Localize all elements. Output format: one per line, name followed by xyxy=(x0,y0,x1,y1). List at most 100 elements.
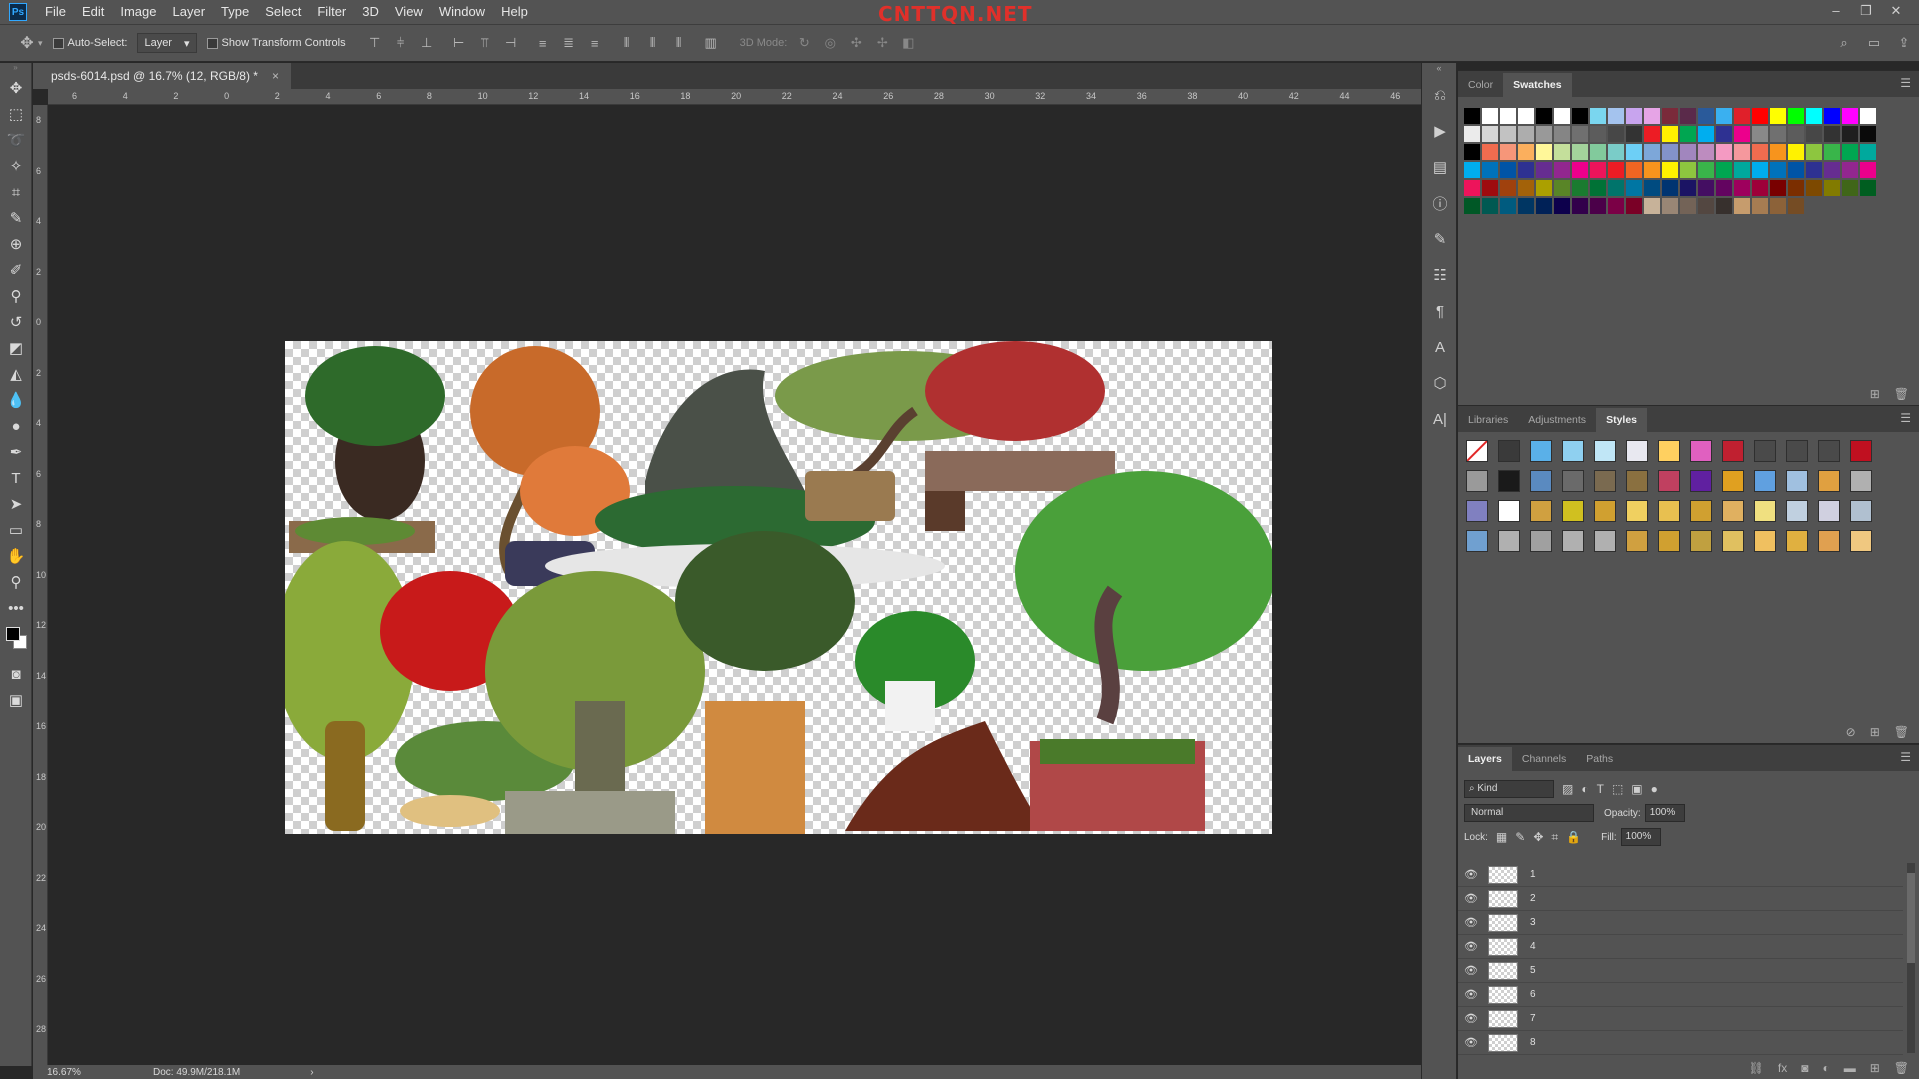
layer-name[interactable]: 2 xyxy=(1530,893,1536,904)
tab-channels[interactable]: Channels xyxy=(1512,747,1576,771)
color-swatch[interactable] xyxy=(1535,143,1553,161)
style-preset[interactable] xyxy=(1562,440,1584,462)
color-swatch[interactable] xyxy=(1571,125,1589,143)
trash-icon[interactable]: 🗑 xyxy=(1894,1061,1909,1075)
color-swatch[interactable] xyxy=(1625,197,1643,215)
opacity-input[interactable]: 100% xyxy=(1644,804,1685,822)
color-swatch[interactable] xyxy=(1679,179,1697,197)
color-swatch[interactable] xyxy=(1733,107,1751,125)
layer-name[interactable]: 8 xyxy=(1530,1037,1536,1048)
color-swatch[interactable] xyxy=(1499,107,1517,125)
color-swatch[interactable] xyxy=(1481,143,1499,161)
style-preset[interactable] xyxy=(1562,500,1584,522)
layer-row[interactable]: 👁 2 xyxy=(1458,887,1903,911)
color-swatch[interactable] xyxy=(1463,143,1481,161)
align-vertical-centers-icon[interactable]: ⫩ xyxy=(392,34,410,52)
color-swatch[interactable] xyxy=(1679,197,1697,215)
style-preset[interactable] xyxy=(1722,470,1744,492)
color-swatch[interactable] xyxy=(1589,179,1607,197)
color-swatch[interactable] xyxy=(1589,107,1607,125)
style-preset[interactable] xyxy=(1562,470,1584,492)
tab-color[interactable]: Color xyxy=(1458,73,1503,97)
color-swatch[interactable] xyxy=(1499,161,1517,179)
color-swatch[interactable] xyxy=(1787,161,1805,179)
color-swatch[interactable] xyxy=(1517,179,1535,197)
pixel-layer-filter-icon[interactable]: ▨ xyxy=(1562,782,1573,796)
color-swatch[interactable] xyxy=(1841,161,1859,179)
style-preset[interactable] xyxy=(1498,440,1520,462)
style-preset[interactable] xyxy=(1754,500,1776,522)
color-swatch[interactable] xyxy=(1823,143,1841,161)
style-preset[interactable] xyxy=(1498,470,1520,492)
color-swatch[interactable] xyxy=(1589,143,1607,161)
zoom-level[interactable]: 16.67% xyxy=(33,1067,93,1078)
glyphs-panel-icon[interactable]: A| xyxy=(1422,401,1458,437)
style-preset[interactable] xyxy=(1466,500,1488,522)
distribute-vertical-centers-icon[interactable]: ≣ xyxy=(560,34,578,52)
clear-style-icon[interactable]: ⊘ xyxy=(1846,725,1856,739)
lock-pixels-icon[interactable]: ✎ xyxy=(1515,830,1525,844)
color-swatch[interactable] xyxy=(1733,161,1751,179)
color-swatch[interactable] xyxy=(1787,107,1805,125)
paragraph-panel-icon[interactable]: ¶ xyxy=(1422,293,1458,329)
style-preset[interactable] xyxy=(1754,440,1776,462)
new-layer-icon[interactable]: ⊞ xyxy=(1870,1061,1880,1075)
color-swatch[interactable] xyxy=(1607,197,1625,215)
style-preset[interactable] xyxy=(1754,530,1776,552)
fill-input[interactable]: 100% xyxy=(1620,828,1661,846)
layer-row[interactable]: 👁 8 xyxy=(1458,1031,1903,1055)
color-swatch[interactable] xyxy=(1715,125,1733,143)
eye-icon[interactable]: 👁 xyxy=(1458,916,1484,929)
panel-menu-icon[interactable]: ☰ xyxy=(1900,76,1911,90)
tab-adjustments[interactable]: Adjustments xyxy=(1518,408,1596,432)
lasso-tool-icon[interactable]: ➰ xyxy=(0,127,32,153)
eraser-tool-icon[interactable]: ◩ xyxy=(0,335,32,361)
lock-all-icon[interactable]: 🔒 xyxy=(1566,830,1581,844)
distribute-bottom-icon[interactable]: ≡ xyxy=(586,34,604,52)
style-preset[interactable] xyxy=(1530,530,1552,552)
color-swatch[interactable] xyxy=(1751,143,1769,161)
layer-row[interactable]: 👁 3 xyxy=(1458,911,1903,935)
color-swatch[interactable] xyxy=(1661,125,1679,143)
style-preset[interactable] xyxy=(1530,500,1552,522)
eye-icon[interactable]: 👁 xyxy=(1458,940,1484,953)
info-panel-icon[interactable]: ⓘ xyxy=(1422,185,1458,221)
tab-libraries[interactable]: Libraries xyxy=(1458,408,1518,432)
style-preset[interactable] xyxy=(1594,530,1616,552)
tab-layers[interactable]: Layers xyxy=(1458,747,1512,771)
layer-name[interactable]: 6 xyxy=(1530,989,1536,1000)
color-swatch[interactable] xyxy=(1535,107,1553,125)
eye-icon[interactable]: 👁 xyxy=(1458,1036,1484,1049)
menu-type[interactable]: Type xyxy=(213,0,257,24)
color-swatch[interactable] xyxy=(1751,197,1769,215)
magic-wand-tool-icon[interactable]: ✧ xyxy=(0,153,32,179)
close-window-button[interactable]: ✕ xyxy=(1881,0,1911,22)
color-swatch[interactable] xyxy=(1823,179,1841,197)
style-preset[interactable] xyxy=(1658,440,1680,462)
clone-stamp-tool-icon[interactable]: ⚲ xyxy=(0,283,32,309)
fx-icon[interactable]: fx xyxy=(1778,1061,1787,1075)
color-swatch[interactable] xyxy=(1787,197,1805,215)
color-swatch[interactable] xyxy=(1589,197,1607,215)
style-preset[interactable] xyxy=(1818,440,1840,462)
3d-slide-icon[interactable]: ✢ xyxy=(873,34,891,52)
color-swatch[interactable] xyxy=(1625,143,1643,161)
3d-orbit-icon[interactable]: ↻ xyxy=(795,34,813,52)
link-layers-icon[interactable]: ⛓ xyxy=(1749,1061,1764,1075)
color-swatch[interactable] xyxy=(1715,179,1733,197)
color-swatch[interactable] xyxy=(1697,179,1715,197)
brush-settings-icon[interactable]: ✎ xyxy=(1422,221,1458,257)
photoshop-logo-icon[interactable]: Ps xyxy=(9,3,27,21)
color-swatch[interactable] xyxy=(1517,107,1535,125)
color-swatch[interactable] xyxy=(1463,107,1481,125)
color-swatch[interactable] xyxy=(1463,179,1481,197)
color-swatch[interactable] xyxy=(1769,161,1787,179)
character-panel-icon[interactable]: A xyxy=(1422,329,1458,365)
style-preset[interactable] xyxy=(1530,470,1552,492)
lock-transparency-icon[interactable]: ▦ xyxy=(1496,830,1507,844)
brushes-panel-icon[interactable]: ☷ xyxy=(1422,257,1458,293)
color-swatch[interactable] xyxy=(1517,197,1535,215)
color-swatch[interactable] xyxy=(1607,107,1625,125)
style-preset[interactable] xyxy=(1850,500,1872,522)
color-swatch[interactable] xyxy=(1481,161,1499,179)
